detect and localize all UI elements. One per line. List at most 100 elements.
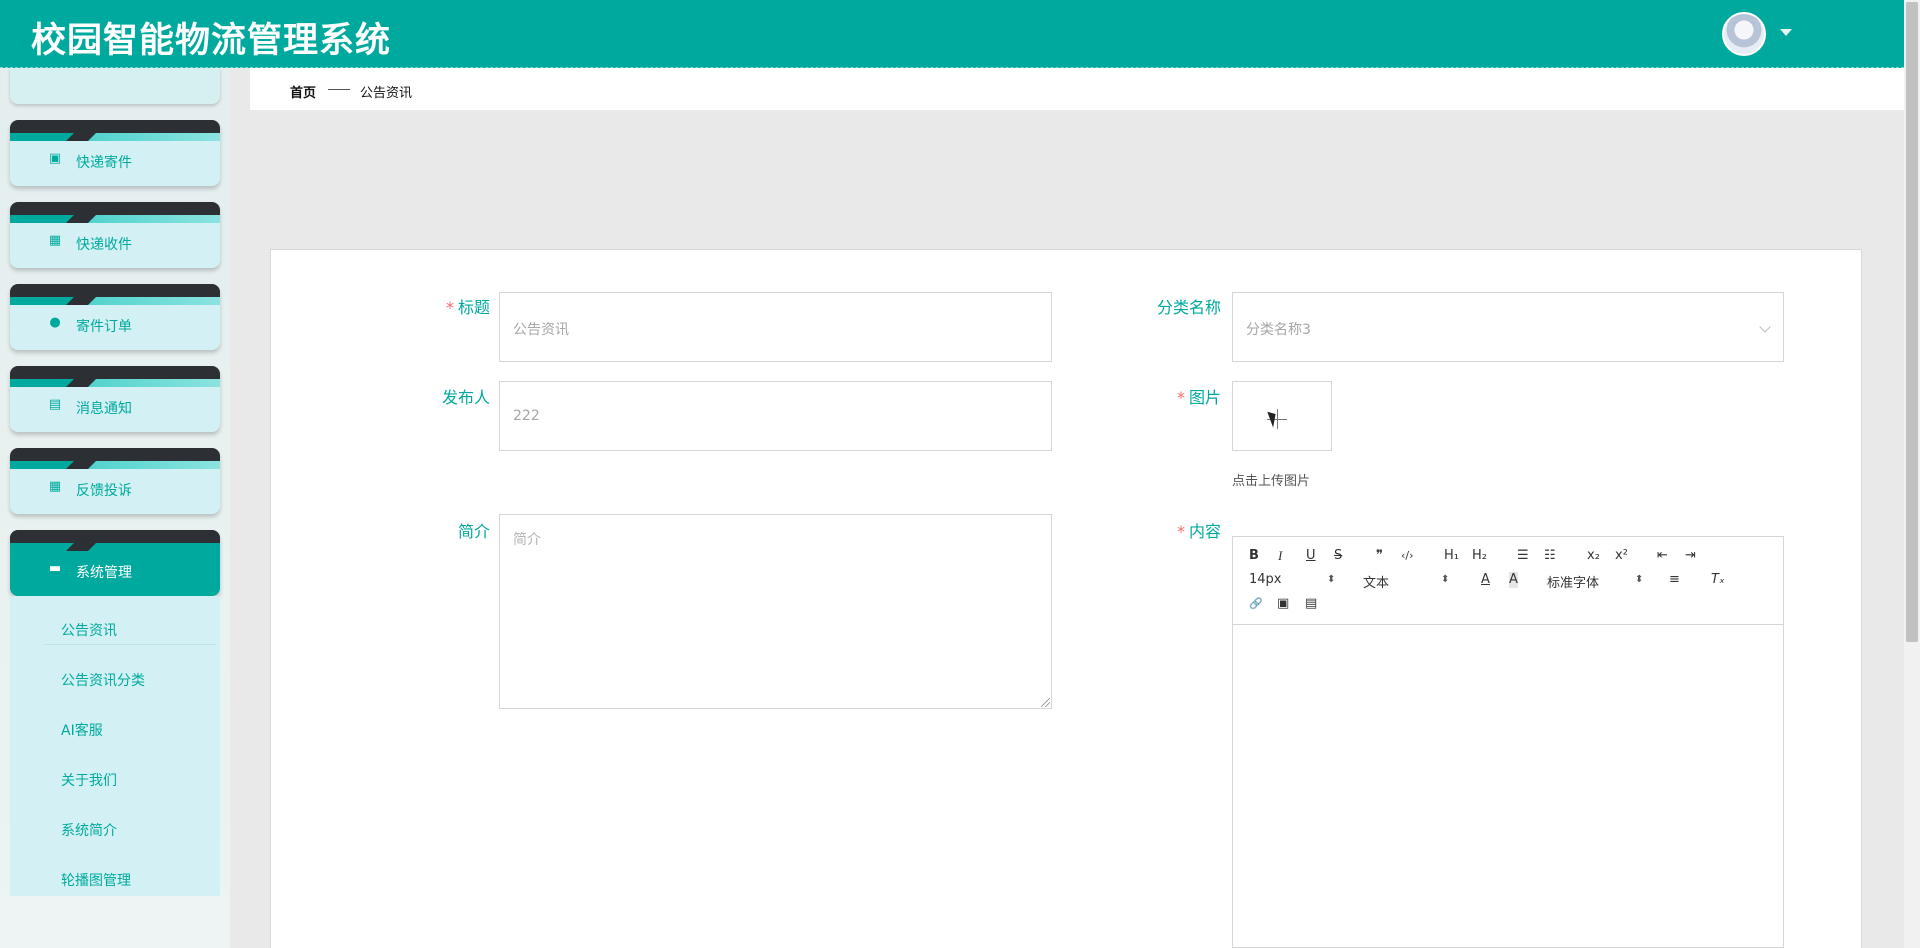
scrollbar-thumb[interactable] <box>1906 2 1918 642</box>
underline-icon[interactable]: U <box>1306 548 1316 564</box>
sidebar-item-label: 寄件订单 <box>76 319 132 335</box>
category-label: 分类名称 <box>1156 298 1221 317</box>
sidebar-item-label: 快递寄件 <box>76 155 132 171</box>
sidebar: ▣ 快递寄件 ▦ 快递收件 ● 寄件订单 ▤ 消息通知 ▦ 反馈投诉 ▬ 系统管… <box>0 68 230 948</box>
rich-text-editor[interactable]: B I U S ❞ ‹/› H₁ H₂ ☰ ☷ x₂ x² ⇤ ⇥ 14px ⬍… <box>1232 536 1784 948</box>
summary-textarea[interactable]: 简介 <box>499 514 1052 709</box>
publisher-input-value: 222 <box>513 408 540 424</box>
submenu-item-carousel[interactable]: 轮播图管理 <box>61 870 131 890</box>
ticket-icon: ▣ <box>48 151 62 166</box>
top-header: 校园智能物流管理系统 <box>0 0 1904 68</box>
heading1-icon[interactable]: H₁ <box>1444 548 1459 564</box>
italic-icon[interactable]: I <box>1278 548 1282 564</box>
submenu-item-system-intro[interactable]: 系统简介 <box>61 820 117 840</box>
breadcrumb-home[interactable]: 首页 <box>290 82 316 101</box>
sidebar-item-express-receive[interactable]: ▦ 快递收件 <box>10 202 220 268</box>
sidebar-item-partial[interactable] <box>10 68 220 104</box>
align-icon[interactable]: ≡ <box>1669 572 1680 588</box>
subscript-icon[interactable]: x₂ <box>1587 548 1600 564</box>
heading2-icon[interactable]: H₂ <box>1472 548 1487 564</box>
sidebar-item-label: 系统管理 <box>76 565 132 581</box>
title-label-text: 标题 <box>457 298 490 317</box>
bullet-list-icon[interactable]: ☷ <box>1544 548 1556 564</box>
link-icon[interactable]: 🔗 <box>1249 596 1263 612</box>
submenu-item-ai-service[interactable]: AI客服 <box>61 720 103 740</box>
monitor-icon: ▬ <box>48 561 62 576</box>
select-arrows-icon: ⬍ <box>1441 574 1450 585</box>
sidebar-item-feedback[interactable]: ▦ 反馈投诉 <box>10 448 220 514</box>
caret-down-icon[interactable] <box>1780 29 1792 36</box>
summary-placeholder: 简介 <box>513 532 541 548</box>
summary-label: 简介 <box>457 522 490 541</box>
title-input[interactable]: 公告资讯 <box>499 292 1052 362</box>
superscript-icon[interactable]: x² <box>1615 548 1628 564</box>
image-upload-box[interactable] <box>1232 381 1332 451</box>
publisher-input[interactable]: 222 <box>499 381 1052 451</box>
sidebar-item-label: 消息通知 <box>76 401 132 417</box>
image-upload-hint: 点击上传图片 <box>1232 474 1311 489</box>
video-icon[interactable]: ▤ <box>1305 596 1317 612</box>
title-input-value: 公告资讯 <box>513 322 569 338</box>
app-title: 校园智能物流管理系统 <box>31 21 392 61</box>
required-mark: * <box>1176 522 1185 541</box>
blockquote-icon[interactable]: ❞ <box>1376 548 1383 564</box>
font-family-select[interactable]: 标准字体 ⬍ <box>1547 572 1647 591</box>
submenu-item-announcements[interactable]: 公告资讯 <box>61 620 117 640</box>
block-type-value: 文本 <box>1363 576 1390 591</box>
card-stripe <box>10 297 220 305</box>
required-mark: * <box>445 298 454 317</box>
sidebar-item-send-orders[interactable]: ● 寄件订单 <box>10 284 220 350</box>
resize-handle-icon[interactable] <box>1041 698 1050 707</box>
editor-toolbar: B I U S ❞ ‹/› H₁ H₂ ☰ ☷ x₂ x² ⇤ ⇥ 14px ⬍… <box>1233 537 1783 625</box>
title-label: * 标题 <box>390 294 490 318</box>
ordered-list-icon[interactable]: ☰ <box>1517 548 1529 564</box>
submenu: 公告资讯 公告资讯分类 AI客服 关于我们 系统简介 轮播图管理 <box>10 596 220 896</box>
required-mark: * <box>1176 388 1185 407</box>
image-label: * 图片 <box>1121 384 1221 408</box>
block-type-select[interactable]: 文本 ⬍ <box>1363 572 1453 591</box>
background-color-icon[interactable]: A <box>1509 572 1518 588</box>
code-block-icon[interactable]: ‹/› <box>1401 548 1414 564</box>
card-band <box>10 120 220 133</box>
grid-icon: ▦ <box>48 479 62 494</box>
submenu-divider <box>44 644 216 645</box>
grid-icon: ▦ <box>48 233 62 248</box>
image-icon[interactable]: ▣ <box>1277 596 1289 612</box>
font-family-value: 标准字体 <box>1547 576 1600 591</box>
sidebar-item-notifications[interactable]: ▤ 消息通知 <box>10 366 220 432</box>
outdent-icon[interactable]: ⇤ <box>1657 548 1668 564</box>
submenu-item-announcement-categories[interactable]: 公告资讯分类 <box>61 670 145 690</box>
category-select[interactable]: 分类名称3 <box>1232 292 1784 362</box>
card-band <box>10 284 220 297</box>
card-stripe <box>10 379 220 387</box>
card-stripe <box>10 543 220 551</box>
bold-icon[interactable]: B <box>1249 548 1259 564</box>
category-select-value: 分类名称3 <box>1246 322 1311 338</box>
font-size-value: 14px <box>1249 572 1282 587</box>
select-arrows-icon: ⬍ <box>1635 574 1644 585</box>
content-label-text: 内容 <box>1188 522 1221 541</box>
submenu-item-about-us[interactable]: 关于我们 <box>61 770 117 790</box>
indent-icon[interactable]: ⇥ <box>1685 548 1696 564</box>
breadcrumb-current: 公告资讯 <box>360 86 413 101</box>
card-band <box>10 530 220 543</box>
content-label: * 内容 <box>1121 518 1221 542</box>
sidebar-item-express-send[interactable]: ▣ 快递寄件 <box>10 120 220 186</box>
breadcrumb: 首页 公告资讯 <box>250 68 1904 110</box>
breadcrumb-separator <box>328 89 350 90</box>
sidebar-item-system-management[interactable]: ▬ 系统管理 <box>10 530 220 596</box>
card-band <box>10 202 220 215</box>
chevron-down-icon <box>1759 321 1771 333</box>
card-stripe <box>10 215 220 223</box>
font-color-icon[interactable]: A <box>1481 572 1490 588</box>
clear-format-icon[interactable]: Tₓ <box>1711 572 1725 588</box>
sidebar-item-label: 反馈投诉 <box>76 483 132 499</box>
bulb-icon: ● <box>49 315 61 330</box>
font-size-select[interactable]: 14px ⬍ <box>1249 572 1339 587</box>
select-arrows-icon: ⬍ <box>1327 574 1336 585</box>
user-avatar[interactable] <box>1722 12 1766 56</box>
sidebar-item-label: 快递收件 <box>76 237 132 253</box>
strikethrough-icon[interactable]: S <box>1334 548 1342 564</box>
image-label-text: 图片 <box>1188 388 1221 407</box>
clipboard-icon: ▤ <box>48 397 62 412</box>
